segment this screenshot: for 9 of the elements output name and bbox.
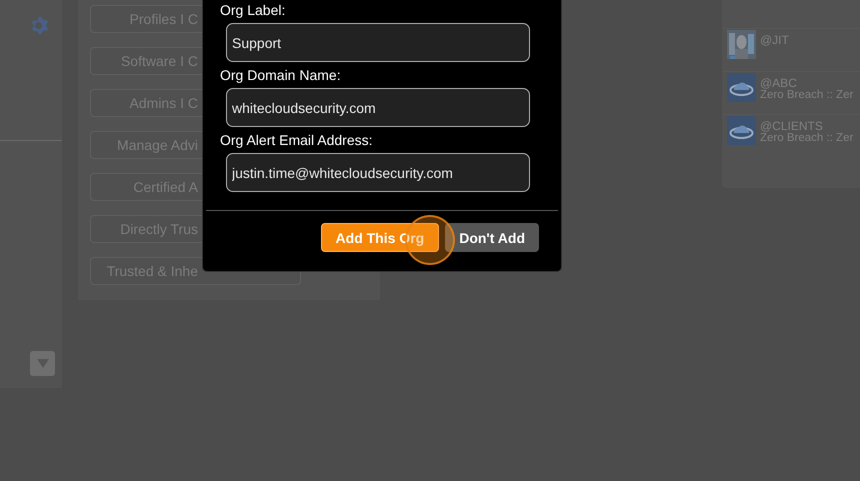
input-field[interactable]: justin.time@whitecloudsecurity.com xyxy=(226,153,530,192)
dropdown-button[interactable] xyxy=(30,351,55,376)
cloud-icon xyxy=(727,73,756,102)
input-field[interactable]: whitecloudsecurity.com xyxy=(226,88,530,127)
caret-icon xyxy=(36,359,48,368)
input-field[interactable]: Support xyxy=(226,23,530,62)
cloud-icon xyxy=(727,116,756,145)
cancel-button[interactable]: Don't Add xyxy=(445,223,539,252)
add-button[interactable]: Add This Org xyxy=(320,223,440,252)
